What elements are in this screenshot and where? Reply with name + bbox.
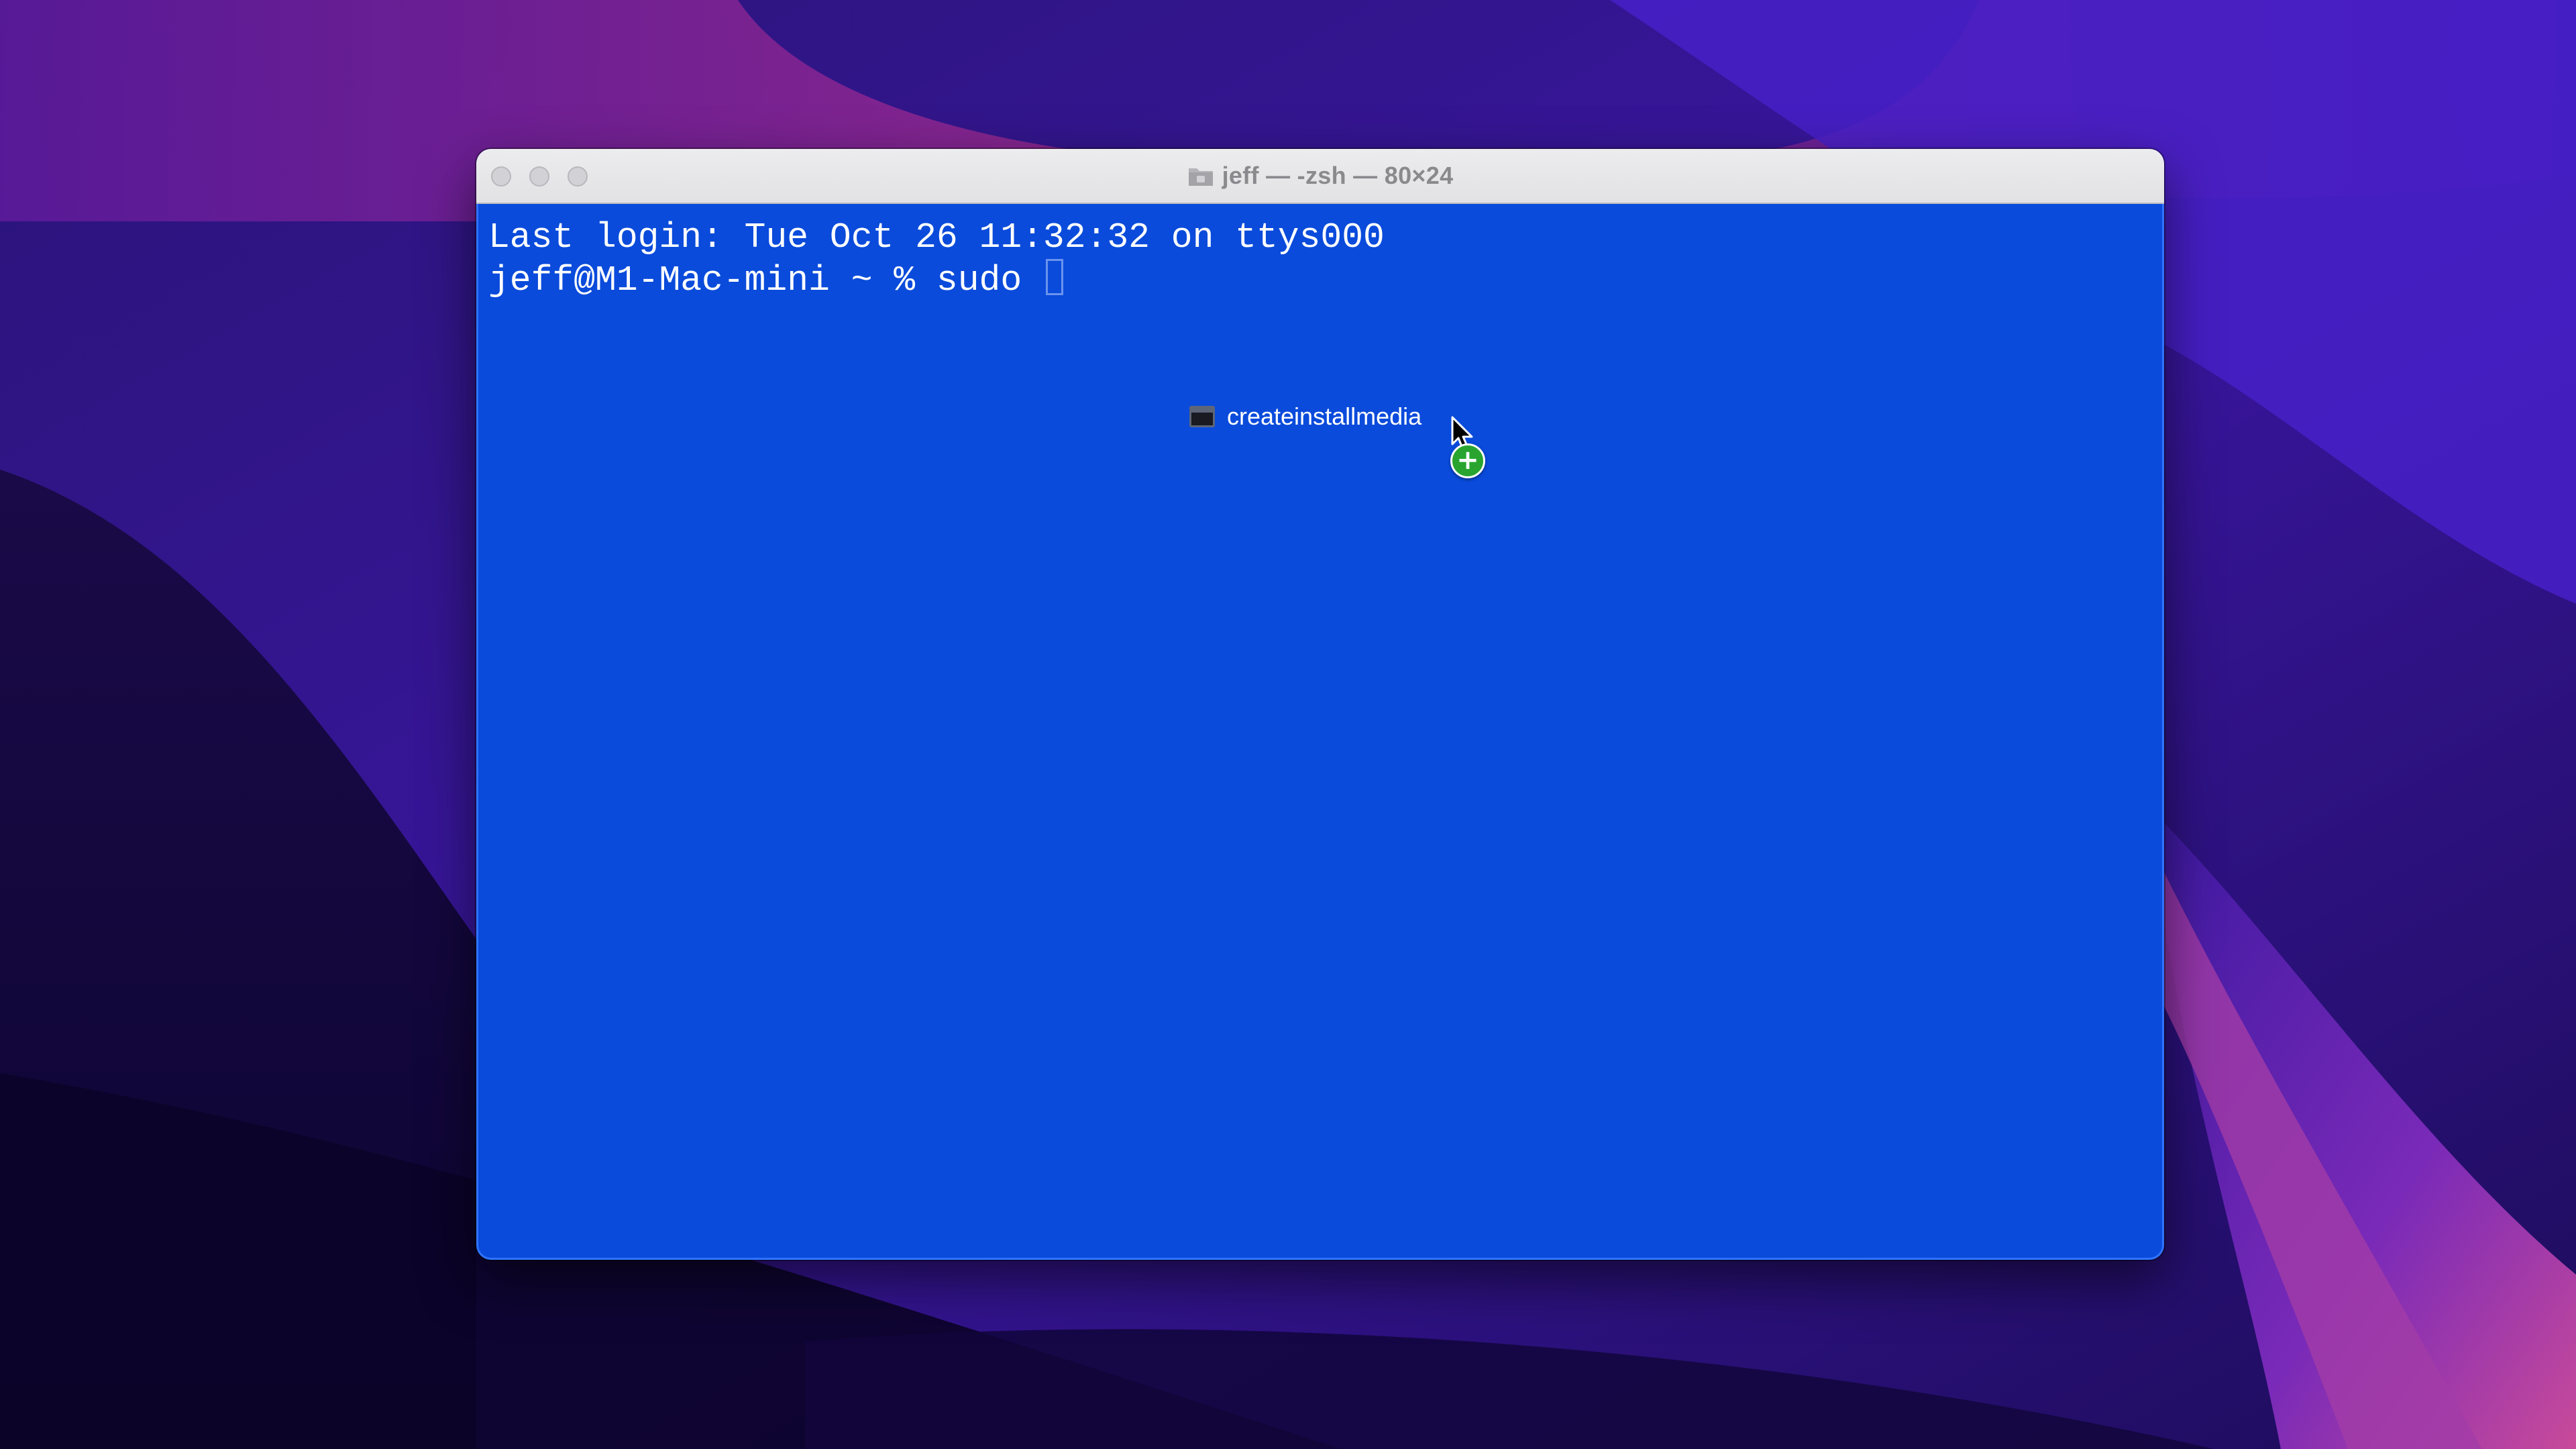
- title-bar[interactable]: jeff — -zsh — 80×24: [476, 149, 2164, 204]
- prompt-text: jeff@M1-Mac-mini ~ % sudo: [488, 260, 1043, 301]
- folder-icon: [1187, 164, 1214, 187]
- window-title: jeff — -zsh — 80×24: [1222, 162, 1454, 189]
- dragged-file-name: createinstallmedia: [1227, 402, 1422, 430]
- terminal-window[interactable]: jeff — -zsh — 80×24 Last login: Tue Oct …: [476, 149, 2164, 1260]
- terminal-line-prompt: jeff@M1-Mac-mini ~ % sudo: [488, 259, 1063, 302]
- copy-plus-icon: +: [1450, 443, 1485, 478]
- text-cursor: [1045, 259, 1063, 295]
- dragged-file[interactable]: createinstallmedia: [1189, 400, 1421, 433]
- terminal-line-login: Last login: Tue Oct 26 11:32:32 on ttys0…: [488, 217, 1385, 258]
- terminal-executable-icon: [1189, 406, 1215, 427]
- terminal-content[interactable]: Last login: Tue Oct 26 11:32:32 on ttys0…: [476, 204, 2164, 1260]
- title-container: jeff — -zsh — 80×24: [476, 149, 2164, 203]
